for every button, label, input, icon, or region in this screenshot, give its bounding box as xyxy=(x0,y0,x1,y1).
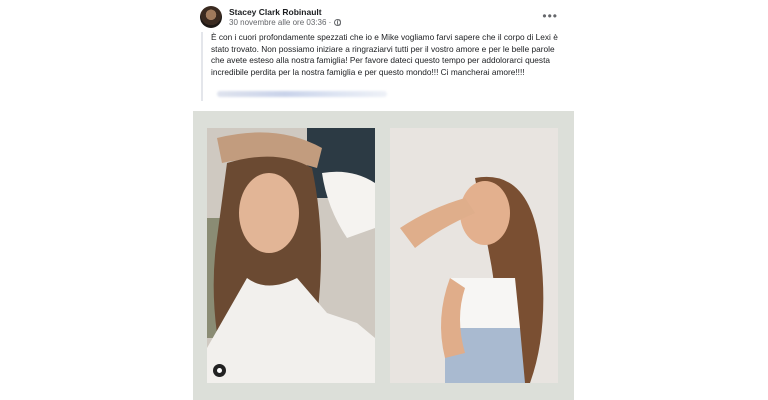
author-avatar[interactable] xyxy=(200,6,222,28)
author-name[interactable]: Stacey Clark Robinault xyxy=(229,7,322,17)
photo-collage xyxy=(193,111,574,400)
post-meta: 30 novembre alle ore 03:36 · xyxy=(229,18,342,27)
photo-left[interactable] xyxy=(207,128,375,383)
globe-icon xyxy=(334,19,342,26)
portrait-smiling-image xyxy=(390,128,558,383)
instagram-user-icon xyxy=(213,364,226,377)
more-options-icon[interactable]: ••• xyxy=(542,9,558,23)
facebook-post: Stacey Clark Robinault 30 novembre alle … xyxy=(193,0,574,400)
portrait-hat-image xyxy=(207,128,375,383)
post-timestamp[interactable]: 30 novembre alle ore 03:36 · xyxy=(229,18,331,27)
photo-right[interactable] xyxy=(390,128,558,383)
post-header: Stacey Clark Robinault 30 novembre alle … xyxy=(200,6,570,28)
blurred-link xyxy=(217,91,387,97)
